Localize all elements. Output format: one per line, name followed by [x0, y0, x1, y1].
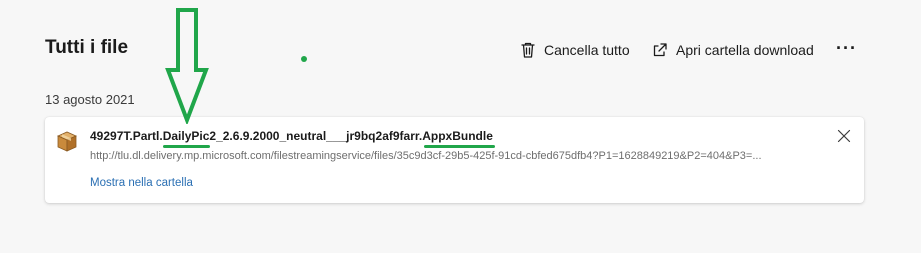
clear-all-label: Cancella tutto: [544, 42, 630, 58]
file-name[interactable]: 49297T.Partl.DailyPic2_2.6.9.2000_neutra…: [90, 129, 493, 143]
trash-icon: [521, 42, 535, 58]
annotation-underline-dailypic: [163, 145, 210, 148]
annotation-dot: [301, 56, 307, 62]
open-external-icon: [653, 43, 667, 57]
downloads-header: Tutti i file Cancella tutto Apri cartell…: [0, 0, 921, 90]
package-box-icon: [57, 131, 77, 152]
show-in-folder-link[interactable]: Mostra nella cartella: [90, 177, 193, 189]
file-url: http://tlu.dl.delivery.mp.microsoft.com/…: [90, 150, 762, 162]
open-download-folder-label: Apri cartella download: [676, 42, 814, 58]
close-icon[interactable]: [837, 129, 851, 143]
page-title: Tutti i file: [45, 37, 129, 58]
clear-all-button[interactable]: Cancella tutto: [520, 40, 630, 60]
date-group-label: 13 agosto 2021: [45, 92, 135, 107]
open-download-folder-button[interactable]: Apri cartella download: [652, 40, 814, 60]
annotation-underline-appxbundle: [424, 145, 495, 148]
more-options-button[interactable]: ···: [836, 38, 857, 58]
download-item[interactable]: 49297T.Partl.DailyPic2_2.6.9.2000_neutra…: [45, 117, 864, 203]
